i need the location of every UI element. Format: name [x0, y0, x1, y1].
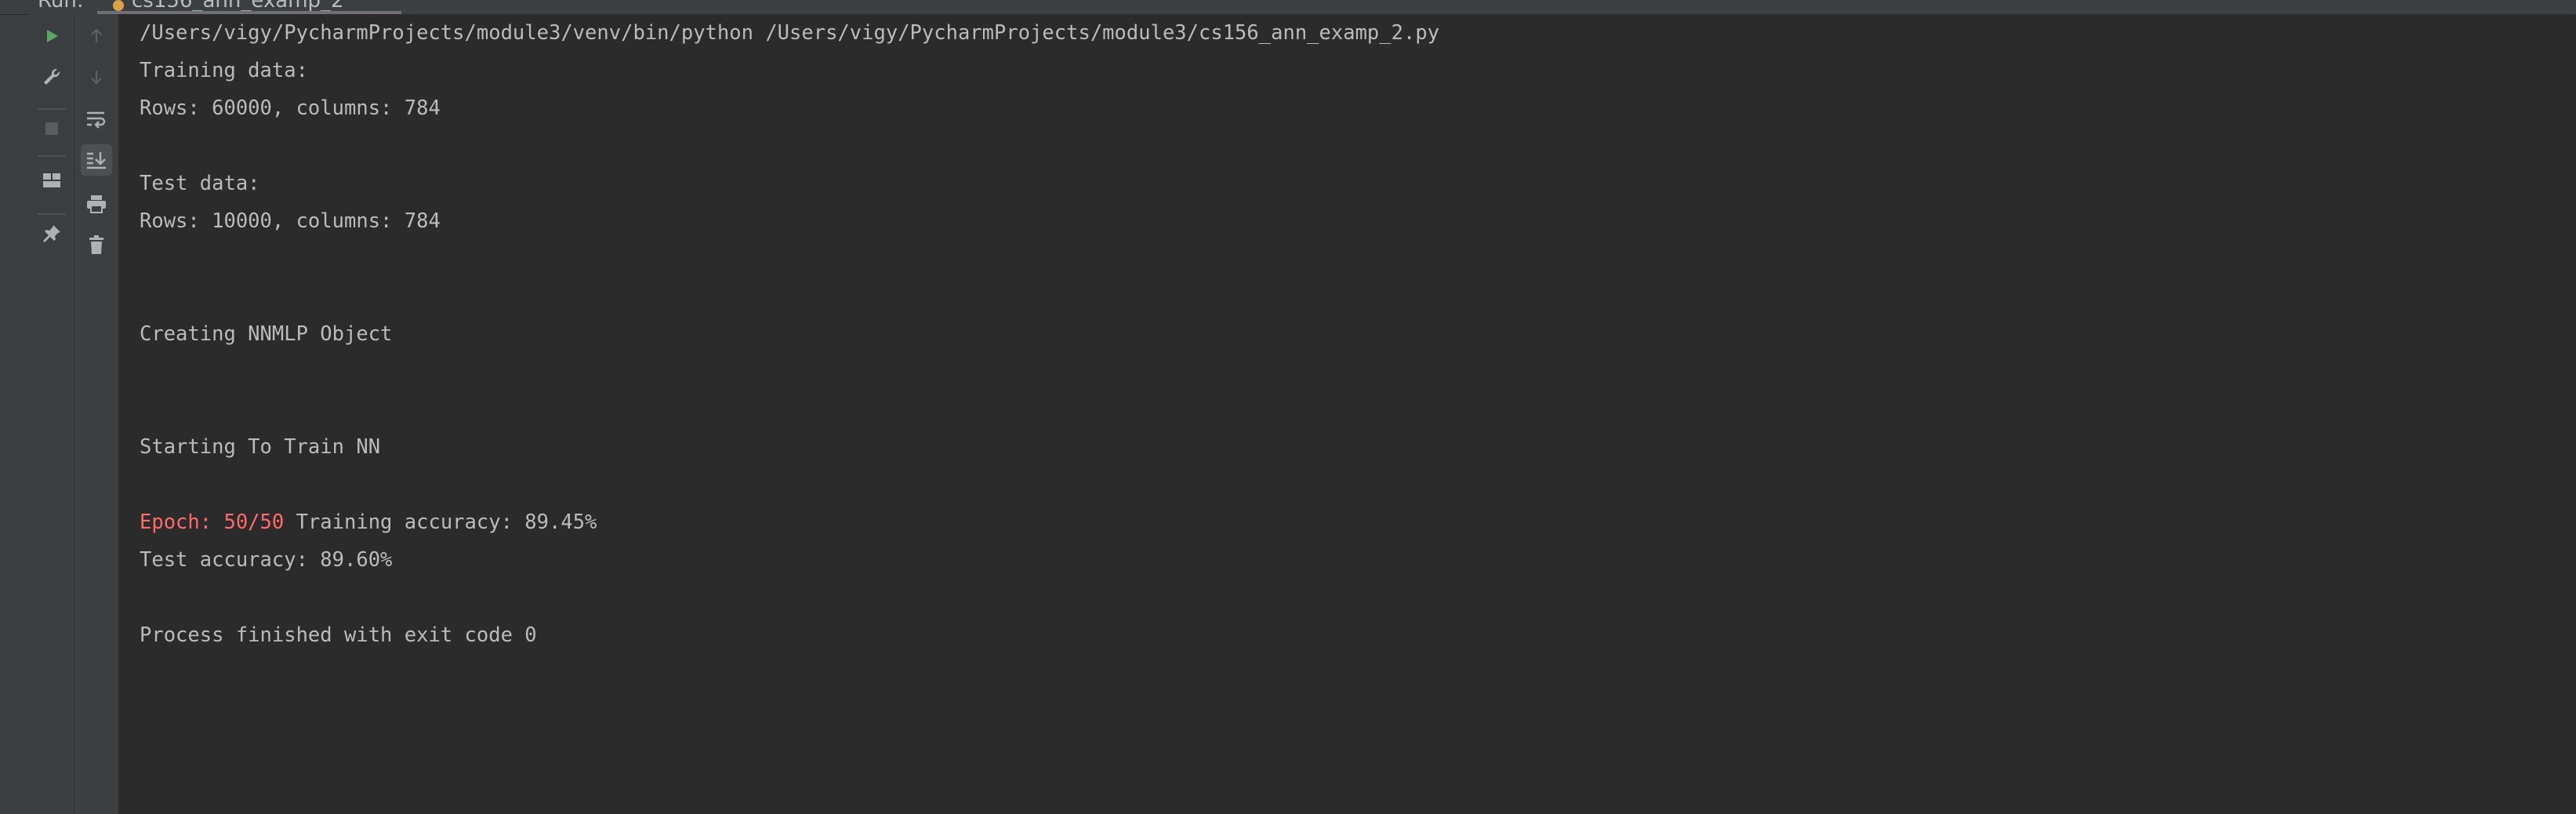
console-creating-object: Creating NNMLP Object	[140, 322, 393, 346]
run-toolbar-primary	[30, 14, 74, 814]
stop-button[interactable]	[36, 113, 67, 144]
console-epoch-stderr: Epoch: 50/50	[140, 511, 285, 534]
tool-window-stripe	[0, 0, 31, 814]
python-file-icon	[113, 0, 124, 11]
arrow-up-icon	[91, 28, 102, 42]
scroll-to-end-button[interactable]	[81, 144, 112, 176]
pin-tab-button[interactable]	[36, 218, 67, 249]
console-test-rows: Rows: 10000, columns: 784	[140, 209, 441, 233]
trash-icon	[89, 235, 103, 254]
soft-wrap-button[interactable]	[81, 104, 112, 135]
run-label: Run:	[38, 0, 84, 13]
toolbar-separator	[38, 155, 66, 157]
next-occurrence-button[interactable]	[81, 61, 112, 93]
rerun-button[interactable]	[36, 20, 67, 52]
run-icon	[47, 30, 58, 42]
wrench-icon	[44, 68, 60, 85]
edit-configuration-button[interactable]	[36, 61, 67, 93]
toolbar-separator	[38, 108, 66, 110]
clear-all-button[interactable]	[81, 229, 112, 260]
previous-occurrence-button[interactable]	[81, 20, 112, 52]
soft-wrap-icon	[87, 111, 106, 129]
run-toolbar-secondary	[74, 14, 119, 814]
toolbar-separator	[38, 213, 66, 215]
run-tab-bar: Run: cs156_ann_examp_2	[0, 0, 2576, 15]
console-training-accuracy: Training accuracy: 89.45%	[284, 511, 597, 534]
print-button[interactable]	[81, 188, 112, 220]
print-icon	[87, 195, 106, 213]
console-output[interactable]: /Users/vigy/PycharmProjects/module3/venv…	[119, 14, 2576, 814]
console-test-accuracy: Test accuracy: 89.60%	[140, 548, 393, 572]
arrow-down-icon	[91, 71, 102, 85]
console-test-header: Test data:	[140, 172, 260, 195]
console-command-line: /Users/vigy/PycharmProjects/module3/venv…	[140, 21, 1440, 45]
stop-icon	[45, 122, 58, 135]
scroll-to-end-icon	[87, 152, 106, 169]
layout-icon	[43, 173, 60, 187]
restore-layout-button[interactable]	[36, 165, 67, 196]
console-training-rows: Rows: 60000, columns: 784	[140, 96, 441, 120]
console-epoch-line: Epoch: 50/50 Training accuracy: 89.45%	[140, 510, 597, 535]
pin-icon	[43, 225, 60, 242]
console-process-finished: Process finished with exit code 0	[140, 623, 537, 647]
console-training-header: Training data:	[140, 59, 308, 82]
run-tool-window: Run: cs156_ann_examp_2 /Users/vigy/Pycha…	[0, 0, 2576, 814]
console-starting-training: Starting To Train NN	[140, 435, 381, 459]
